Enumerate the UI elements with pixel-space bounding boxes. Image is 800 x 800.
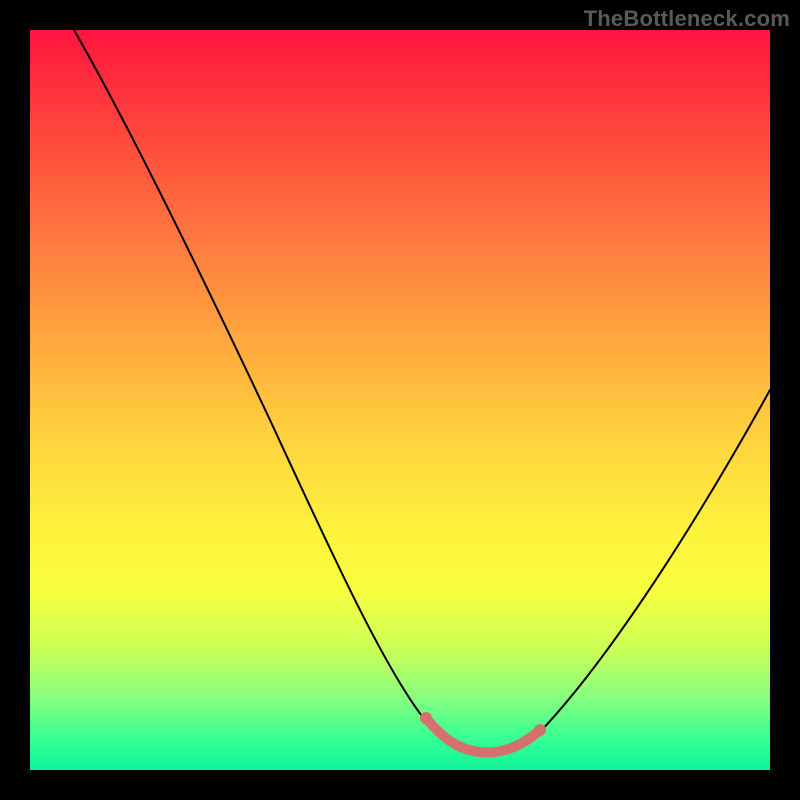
watermark-text: TheBottleneck.com	[584, 6, 790, 32]
optimal-highlight-segment	[426, 718, 540, 752]
bottleneck-curve	[74, 30, 770, 752]
highlight-start-dot	[420, 712, 432, 724]
curve-svg	[30, 30, 770, 770]
highlight-end-dot	[534, 724, 546, 736]
chart-frame: TheBottleneck.com	[0, 0, 800, 800]
plot-area	[30, 30, 770, 770]
